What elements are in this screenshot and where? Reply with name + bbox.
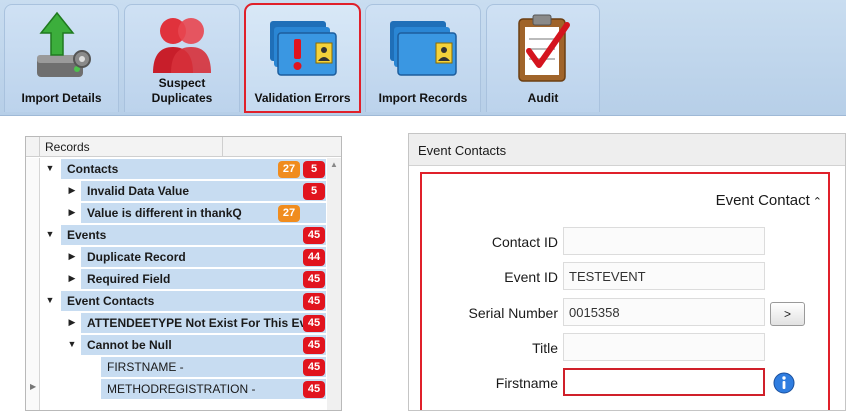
error-count-badge: 45 [303, 337, 325, 354]
firstname-field[interactable] [563, 368, 765, 396]
error-count-badge: 44 [303, 249, 325, 266]
tree-row-label: Required Field [81, 269, 326, 289]
records-column-header: Records [45, 140, 90, 154]
panel-header: Event Contacts [409, 134, 845, 166]
header-gutter [26, 137, 40, 157]
tree-row-label: ATTENDEETYPE Not Exist For This Event [81, 313, 326, 333]
tab-validation-errors[interactable]: Validation Errors [244, 3, 361, 113]
serial-number-field[interactable] [563, 298, 765, 326]
error-count-badge: 45 [303, 271, 325, 288]
chevron-up-icon[interactable]: ⌃ [813, 196, 822, 208]
tab-suspect-duplicates[interactable]: Suspect Duplicates [124, 4, 240, 112]
tree-row-contacts[interactable]: ▼ Contacts 27 5 [41, 158, 326, 180]
tree-header: Records [26, 137, 341, 157]
warning-count-badge: 27 [278, 205, 300, 222]
collapse-icon[interactable]: ▼ [45, 295, 55, 305]
tree-row-invalid-data-value[interactable]: ▶ Invalid Data Value 5 [41, 180, 326, 202]
tree-row-label: Cannot be Null [81, 335, 326, 355]
event-contact-group: Event Contact⌃ Contact ID Event ID Seria… [420, 172, 830, 410]
tab-label: Validation Errors [254, 91, 351, 105]
row-indicator-icon: ▶ [30, 382, 37, 391]
import-details-icon [27, 11, 97, 94]
tree-row-label: METHODREGISTRATION - [101, 379, 326, 399]
tree-scrollbar[interactable]: ▲ [327, 158, 341, 410]
column-divider[interactable] [222, 137, 223, 157]
collapse-icon[interactable]: ▼ [45, 229, 55, 239]
group-title: Event Contact [715, 192, 810, 209]
expand-icon[interactable]: ▶ [67, 251, 77, 262]
contact-id-label: Contact ID [491, 234, 558, 250]
tree-row-label: Events [61, 225, 326, 245]
tab-import-details[interactable]: Import Details [4, 4, 119, 112]
error-count-badge: 5 [303, 161, 325, 178]
expand-icon[interactable]: ▶ [67, 317, 77, 328]
expand-icon[interactable]: ▶ [67, 185, 77, 196]
title-label: Title [532, 340, 558, 356]
event-contacts-panel: Event Contacts Event Contact ⌃ Contact ID… [408, 133, 846, 411]
warning-count-badge: 27 [278, 161, 300, 178]
contact-id-field[interactable] [563, 227, 765, 255]
expand-icon[interactable]: ▶ [67, 207, 77, 218]
tab-label: Import Records [378, 91, 468, 105]
panel-title: Event Contacts [418, 143, 507, 158]
event-id-field[interactable] [563, 262, 765, 290]
group-header[interactable]: Event Contact ⌃ [716, 192, 822, 209]
tree-row-attendeetype[interactable]: ▶ ATTENDEETYPE Not Exist For This Event … [41, 312, 326, 334]
tree-row-required-field[interactable]: ▶ Required Field 45 [41, 268, 326, 290]
tree-row-label: Invalid Data Value [81, 181, 326, 201]
collapse-icon[interactable]: ▼ [67, 339, 77, 349]
records-tree: Records ▶ ▼ Contacts 27 5 ▶ Invalid Data… [25, 136, 342, 411]
suspect-duplicates-icon [147, 11, 217, 86]
tab-label: Import Details [21, 91, 102, 105]
error-count-badge: 45 [303, 359, 325, 376]
serial-number-lookup-button[interactable]: > [770, 302, 805, 326]
tab-import-records[interactable]: Import Records [365, 4, 481, 112]
error-count-badge: 5 [303, 183, 325, 200]
error-count-badge: 45 [303, 381, 325, 398]
serial-number-label: Serial Number [468, 305, 558, 321]
tree-row-duplicate-record[interactable]: ▶ Duplicate Record 44 [41, 246, 326, 268]
row-gutter: ▶ [26, 158, 40, 410]
ribbon-toolbar: Import Details Suspect Duplicates Valida… [0, 0, 846, 116]
collapse-icon[interactable]: ▼ [45, 163, 55, 173]
scroll-up-icon[interactable]: ▲ [330, 160, 338, 169]
tree-row-label: FIRSTNAME - [101, 357, 326, 377]
validation-errors-icon [264, 11, 342, 90]
tree-row-label: Duplicate Record [81, 247, 326, 267]
tab-label: Audit [527, 91, 559, 105]
error-count-badge: 45 [303, 227, 325, 244]
title-field[interactable] [563, 333, 765, 361]
audit-clipboard-icon [511, 11, 575, 90]
error-count-badge: 45 [303, 315, 325, 332]
tree-row-value-different[interactable]: ▶ Value is different in thankQ 27 [41, 202, 326, 224]
firstname-label: Firstname [495, 375, 558, 391]
tree-row-events[interactable]: ▼ Events 45 [41, 224, 326, 246]
tree-row-label: Event Contacts [61, 291, 326, 311]
error-count-badge: 45 [303, 293, 325, 310]
import-records-icon [384, 11, 462, 90]
tab-audit[interactable]: Audit [486, 4, 600, 112]
tree-row-methodregistration[interactable]: METHODREGISTRATION - 45 [41, 378, 326, 400]
tree-row-cannot-be-null[interactable]: ▼ Cannot be Null 45 [41, 334, 326, 356]
event-id-label: Event ID [504, 269, 558, 285]
tab-label: Suspect Duplicates [151, 76, 213, 105]
expand-icon[interactable]: ▶ [67, 273, 77, 284]
tree-row-firstname[interactable]: FIRSTNAME - 45 [41, 356, 326, 378]
info-icon[interactable] [773, 372, 795, 397]
tree-row-event-contacts[interactable]: ▼ Event Contacts 45 [41, 290, 326, 312]
